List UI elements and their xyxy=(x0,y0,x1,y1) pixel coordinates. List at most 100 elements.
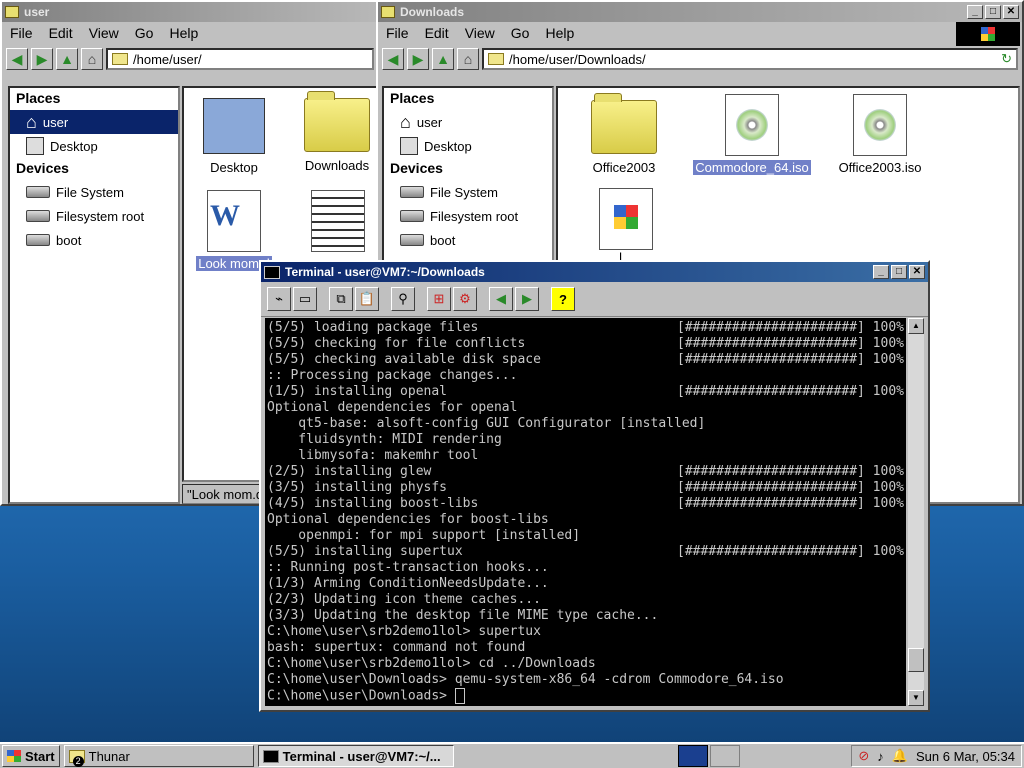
file-item-office2003-iso[interactable]: Office2003.iso xyxy=(830,94,930,175)
file-item-installer[interactable]: l... xyxy=(586,188,666,265)
menu-file[interactable]: File xyxy=(378,25,417,41)
file-item-downloads[interactable]: Downloads xyxy=(292,91,382,173)
window-titlebar[interactable]: Terminal - user@VM7:~/Downloads _ □ ✕ xyxy=(261,262,928,282)
menu-edit[interactable]: Edit xyxy=(417,25,457,41)
window-titlebar[interactable]: user xyxy=(2,2,378,22)
paste-icon[interactable]: 📋 xyxy=(355,287,379,311)
devices-header: Devices xyxy=(390,160,443,176)
sidebar-item-user[interactable]: ⌂ user xyxy=(384,110,552,134)
terminal-output[interactable]: (5/5) loading package files [############… xyxy=(265,318,906,706)
file-item-desktop[interactable]: Desktop xyxy=(194,98,274,175)
sidebar-item-file-system[interactable]: File System xyxy=(384,180,552,204)
file-label: Downloads xyxy=(304,158,370,173)
window-titlebar[interactable]: Downloads _ □ ✕ xyxy=(378,2,1022,22)
home-icon[interactable]: ⌂ xyxy=(81,48,103,70)
notification-bell-icon[interactable]: 🔔 xyxy=(892,748,908,764)
back-arrow-icon[interactable]: ◀ xyxy=(6,48,28,70)
minimize-button[interactable]: _ xyxy=(873,265,889,279)
close-button[interactable]: ✕ xyxy=(1003,5,1019,19)
windows-installer-icon xyxy=(599,188,653,250)
terminal-line-text: (5/5) loading package files xyxy=(267,320,479,335)
up-arrow-icon[interactable]: ▲ xyxy=(432,48,454,70)
network-icon[interactable]: ⊘ xyxy=(858,748,869,764)
scroll-thumb[interactable] xyxy=(908,648,924,672)
window-title: user xyxy=(24,5,50,19)
terminal-progress-bar: [######################] 100% xyxy=(677,496,904,511)
menu-view[interactable]: View xyxy=(81,25,127,41)
sidebar-item-filesystem-root[interactable]: Filesystem root xyxy=(10,204,178,228)
drive-icon xyxy=(26,210,50,222)
terminal-line: qt5-base: alsoft-config GUI Configurator… xyxy=(267,416,904,432)
location-bar[interactable]: /home/user/Downloads/ ↻ xyxy=(482,48,1018,70)
file-item-look-mom[interactable]: W Look mom.d xyxy=(190,190,278,271)
menu-edit[interactable]: Edit xyxy=(41,25,81,41)
close-button[interactable]: ✕ xyxy=(909,265,925,279)
maximize-button[interactable]: □ xyxy=(985,5,1001,19)
new-window-icon[interactable]: ▭ xyxy=(293,287,317,311)
find-icon[interactable]: ⚲ xyxy=(391,287,415,311)
sidebar-item-boot[interactable]: boot xyxy=(384,228,552,252)
terminal-progress-bar: [######################] 100% xyxy=(677,480,904,495)
taskbar-item-terminal[interactable]: Terminal - user@VM7:~/... xyxy=(257,745,454,767)
sidebar-item-label: File System xyxy=(56,184,124,200)
sidebar-item-label: user xyxy=(416,114,443,130)
clock[interactable]: Sun 6 Mar, 05:34 xyxy=(916,749,1015,764)
home-icon[interactable]: ⌂ xyxy=(457,48,479,70)
vertical-scrollbar[interactable]: ▲ ▼ xyxy=(908,318,924,706)
scroll-down-arrow-icon[interactable]: ▼ xyxy=(908,690,924,706)
reload-icon[interactable]: ↻ xyxy=(1001,51,1012,67)
disc-image-icon xyxy=(725,94,779,156)
scroll-up-arrow-icon[interactable]: ▲ xyxy=(908,318,924,334)
menu-go[interactable]: Go xyxy=(503,25,538,41)
folder-icon xyxy=(591,93,657,154)
terminal-line-text: C:\home\user\Downloads> qemu-system-x86_… xyxy=(267,672,784,687)
menu-go[interactable]: Go xyxy=(127,25,162,41)
terminal-line: bash: supertux: command not found xyxy=(267,640,904,656)
minimize-button[interactable]: _ xyxy=(967,5,983,19)
help-icon[interactable]: ? xyxy=(551,287,575,311)
location-bar[interactable]: /home/user/ xyxy=(106,48,374,70)
workspace-2[interactable] xyxy=(709,745,740,767)
menu-view[interactable]: View xyxy=(457,25,503,41)
location-path: /home/user/Downloads/ xyxy=(509,51,646,67)
sidebar-item-boot[interactable]: boot xyxy=(10,228,178,252)
back-arrow-icon[interactable]: ◀ xyxy=(489,287,513,311)
sidebar-item-user[interactable]: ⌂ user xyxy=(10,110,178,134)
copy-icon[interactable]: ⧉ xyxy=(329,287,353,311)
sidebar-item-desktop[interactable]: Desktop xyxy=(384,134,552,158)
terminal-line-text: bash: supertux: command not found xyxy=(267,640,526,655)
forward-arrow-icon[interactable]: ▶ xyxy=(31,48,53,70)
forward-arrow-icon[interactable]: ▶ xyxy=(407,48,429,70)
back-arrow-icon[interactable]: ◀ xyxy=(382,48,404,70)
sidebar-item-file-system[interactable]: File System xyxy=(10,180,178,204)
forward-arrow-icon[interactable]: ▶ xyxy=(515,287,539,311)
up-arrow-icon[interactable]: ▲ xyxy=(56,48,78,70)
new-tab-icon[interactable]: ⌁ xyxy=(267,287,291,311)
menu-file[interactable]: File xyxy=(2,25,41,41)
terminal-line-text: (4/5) installing boost-libs xyxy=(267,496,479,511)
sidebar-item-desktop[interactable]: Desktop xyxy=(10,134,178,158)
maximize-button[interactable]: □ xyxy=(891,265,907,279)
taskbar-item-thunar[interactable]: 2 Thunar xyxy=(63,745,254,767)
file-item-commodore-iso[interactable]: Commodore_64.iso xyxy=(690,94,814,175)
workspace-switcher[interactable] xyxy=(677,745,740,767)
start-button[interactable]: Start xyxy=(2,745,60,767)
menu-help[interactable]: Help xyxy=(537,25,582,41)
menu-help[interactable]: Help xyxy=(161,25,206,41)
fullscreen-icon[interactable]: ⊞ xyxy=(427,287,451,311)
file-item-office2003-folder[interactable]: Office2003 xyxy=(576,93,672,175)
sidebar-item-filesystem-root[interactable]: Filesystem root xyxy=(384,204,552,228)
volume-icon[interactable]: ♪ xyxy=(877,749,884,764)
file-label: Office2003 xyxy=(592,160,656,175)
sidebar-item-label: Desktop xyxy=(424,138,472,154)
preferences-icon[interactable]: ⚙ xyxy=(453,287,477,311)
terminal-line: C:\home\user\Downloads> xyxy=(267,688,904,704)
workspace-1[interactable] xyxy=(677,745,708,767)
terminal-line-text: C:\home\user\srb2demo1lol> supertux xyxy=(267,624,541,639)
file-item-text[interactable] xyxy=(298,190,378,252)
sidebar-item-label: user xyxy=(42,114,69,130)
file-label: Desktop xyxy=(210,160,258,175)
terminal-line-text: Optional dependencies for openal xyxy=(267,400,518,415)
terminal-line: (2/5) installing glew [##################… xyxy=(267,464,904,480)
terminal-line-text: (1/5) installing openal xyxy=(267,384,448,399)
